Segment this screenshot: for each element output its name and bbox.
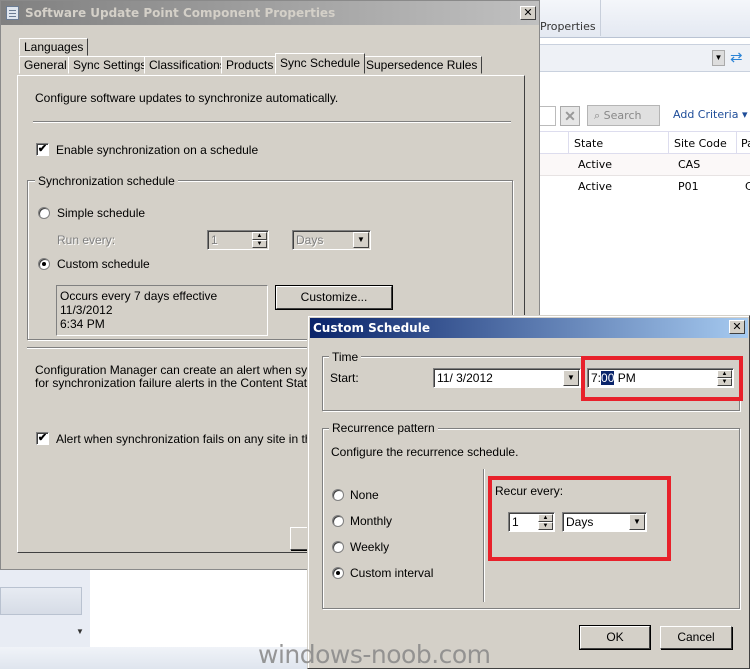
custom-schedule-dialog: Custom Schedule ✕ Time Start: 11/ 3/2012…	[307, 315, 750, 669]
clear-search-icon[interactable]: ✕	[560, 106, 580, 126]
dialog-title: Software Update Point Component Properti…	[25, 6, 336, 20]
cell-site-code: CAS	[678, 158, 701, 171]
divider	[33, 121, 511, 123]
calendar-dropdown-icon[interactable]: ▼	[563, 370, 579, 386]
list-row[interactable]: Active P01 C	[530, 176, 750, 198]
tab-sync-schedule[interactable]: Sync Schedule	[275, 53, 366, 74]
simple-schedule-radio[interactable]	[38, 207, 50, 219]
weekly-label: Weekly	[350, 540, 390, 554]
list-row[interactable]: Active CAS	[530, 154, 750, 176]
custom-interval-radio[interactable]	[332, 567, 344, 579]
title-bar[interactable]: Software Update Point Component Properti…	[1, 1, 539, 25]
search-button[interactable]: ⌕ Search	[587, 105, 660, 126]
list-header: State Site Code Pa	[530, 131, 750, 154]
custom-schedule-title: Custom Schedule	[313, 321, 430, 335]
refresh-icon[interactable]: ⇄	[730, 48, 743, 66]
run-every-unit-dropdown[interactable]: Days ▼	[292, 230, 371, 250]
tab-sync-settings[interactable]: Sync Settings	[68, 56, 152, 74]
close-button[interactable]: ✕	[729, 320, 745, 334]
highlight-box-recur-every	[488, 476, 671, 561]
cell-site-code: P01	[678, 180, 699, 193]
cell-state: Active	[578, 180, 613, 193]
run-every-spinner[interactable]: 1 ▲ ▼	[207, 230, 269, 250]
none-radio[interactable]	[332, 489, 344, 501]
alert-checkbox-label: Alert when synchronization fails on any …	[56, 432, 342, 446]
watermark: windows-noob.com	[258, 640, 491, 669]
weekly-radio[interactable]	[332, 541, 344, 553]
properties-window-icon	[6, 6, 19, 20]
enable-sync-checkbox[interactable]: ✔	[36, 143, 49, 156]
spin-up-icon[interactable]: ▲	[252, 232, 267, 240]
column-header-pa[interactable]: Pa	[741, 137, 750, 150]
ribbon-properties-button[interactable]: Properties	[540, 20, 596, 33]
column-separator	[668, 132, 669, 154]
alert-description-line2: for synchronization failure alerts in th…	[35, 376, 344, 390]
ribbon-separator	[600, 0, 601, 36]
column-header-state[interactable]: State	[574, 137, 603, 150]
start-date-value: 11/ 3/2012	[437, 371, 493, 385]
monthly-label: Monthly	[350, 514, 393, 528]
cancel-button[interactable]: Cancel	[660, 626, 732, 649]
alert-description-line1: Configuration Manager can create an aler…	[35, 363, 342, 377]
schedule-summary-line1: Occurs every 7 days effective 11/3/2012	[60, 289, 218, 317]
add-criteria-link[interactable]: Add Criteria ▾	[673, 108, 747, 121]
start-date-picker[interactable]: 11/ 3/2012 ▼	[433, 368, 581, 388]
recurrence-pattern-group-label: Recurrence pattern	[329, 421, 438, 435]
ok-button[interactable]: OK	[579, 625, 651, 650]
tab-supersedence-rules[interactable]: Supersedence Rules	[361, 56, 483, 74]
tab-classifications[interactable]: Classifications	[144, 56, 231, 74]
search-button-label: Search	[603, 109, 642, 122]
run-every-unit-value: Days	[296, 233, 324, 247]
custom-schedule-title-bar[interactable]: Custom Schedule	[310, 318, 748, 338]
cell-extra: C	[745, 180, 750, 193]
recurrence-divider	[483, 469, 485, 602]
run-every-label: Run every:	[57, 233, 116, 247]
run-every-value: 1	[211, 233, 218, 247]
close-button[interactable]: ✕	[520, 6, 536, 20]
cell-state: Active	[578, 158, 613, 171]
column-separator	[568, 132, 569, 154]
time-group-label: Time	[329, 350, 362, 364]
custom-interval-label: Custom interval	[350, 566, 434, 580]
simple-schedule-label: Simple schedule	[57, 206, 146, 220]
schedule-summary-line2: 6:34 PM	[60, 317, 105, 331]
column-header-site-code[interactable]: Site Code	[674, 137, 727, 150]
tab-general[interactable]: General	[19, 56, 72, 74]
alert-checkbox[interactable]: ✔	[36, 432, 49, 445]
customize-button[interactable]: Customize...	[275, 285, 393, 310]
highlight-box-start-time	[581, 356, 743, 401]
custom-schedule-radio[interactable]	[38, 258, 50, 270]
monthly-radio[interactable]	[332, 515, 344, 527]
chevron-down-icon[interactable]: ▼	[353, 232, 369, 248]
spin-down-icon[interactable]: ▼	[252, 240, 267, 248]
start-label: Start:	[330, 371, 359, 385]
intro-text: Configure software updates to synchroniz…	[35, 91, 339, 105]
recurrence-intro: Configure the recurrence schedule.	[331, 445, 519, 459]
synchronization-schedule-group-label: Synchronization schedule	[35, 174, 178, 188]
column-separator	[736, 132, 737, 154]
address-dropdown-icon[interactable]: ▼	[712, 50, 725, 66]
custom-schedule-label: Custom schedule	[57, 257, 150, 271]
schedule-summary-box: Occurs every 7 days effective 11/3/2012 …	[56, 285, 268, 336]
tab-products[interactable]: Products	[221, 56, 279, 74]
none-label: None	[350, 488, 379, 502]
chevron-down-icon[interactable]: ▼	[76, 627, 84, 636]
tab-languages[interactable]: Languages	[19, 38, 89, 56]
search-icon: ⌕	[594, 109, 604, 122]
navigation-button[interactable]	[0, 587, 82, 615]
enable-sync-label: Enable synchronization on a schedule	[56, 143, 259, 157]
